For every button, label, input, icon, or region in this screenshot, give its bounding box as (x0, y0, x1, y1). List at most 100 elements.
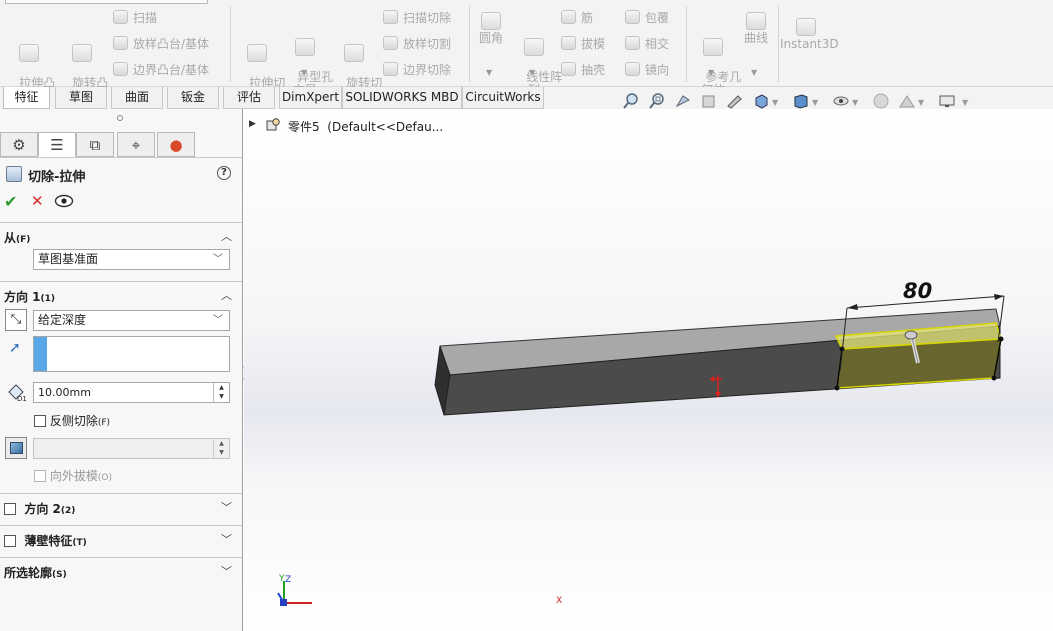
apply-scene-dropdown-icon[interactable]: ▼ (918, 98, 924, 107)
tab-property-manager[interactable]: ☰ (38, 132, 76, 157)
draft-angle-spinner[interactable]: ▲ ▼ (213, 439, 229, 458)
fillet-button[interactable]: 圆角 (474, 12, 508, 45)
direction-vector-selection-box[interactable] (33, 336, 230, 372)
shell-button[interactable]: 抽壳 (561, 61, 605, 79)
end-condition-select[interactable]: 给定深度 ﹀ (33, 310, 230, 331)
from-section-header[interactable]: 从(F) (4, 229, 30, 246)
display-style-dropdown-icon[interactable]: ▼ (812, 98, 818, 107)
linear-pattern-dropdown-icon[interactable]: ▼ (529, 68, 535, 77)
ok-check-icon[interactable]: ✔ (4, 192, 17, 211)
thin-feature-section-header[interactable]: 薄壁特征(T) (4, 532, 87, 549)
previous-view-icon[interactable] (674, 92, 692, 110)
view-settings-icon[interactable] (938, 92, 956, 110)
depth-spinner[interactable]: ▲ ▼ (213, 383, 229, 402)
selection-box-accent (34, 337, 47, 371)
draft-toggle-button[interactable] (5, 437, 27, 459)
tab-dimxpert[interactable]: DimXpert (279, 87, 342, 109)
section-view-icon[interactable] (700, 92, 718, 110)
model-canvas[interactable] (244, 109, 1053, 631)
curves-icon (746, 12, 766, 30)
dynamic-annotation-icon[interactable] (726, 92, 744, 110)
wrap-icon (625, 10, 640, 24)
graphics-area[interactable]: ▶ 零件5 (Default<<Defau... 80 X Y Z (244, 109, 1053, 631)
edit-appearance-icon[interactable] (872, 92, 890, 110)
sweep-icon (113, 10, 128, 24)
curves-button[interactable]: 曲线 (739, 12, 773, 45)
apply-scene-icon[interactable] (898, 92, 916, 110)
hole-wizard-dropdown-icon[interactable]: ▼ (301, 68, 307, 77)
depth-input[interactable]: 10.00mm ▲ ▼ (33, 382, 230, 403)
draft-button[interactable]: 拔模 (561, 35, 605, 53)
zoom-to-area-icon[interactable] (648, 92, 666, 110)
cancel-x-icon[interactable]: ✕ (31, 192, 44, 210)
direction2-section-header[interactable]: 方向 2(2) (4, 500, 75, 517)
property-list-icon: ☰ (50, 136, 64, 154)
preview-eye-icon[interactable] (54, 194, 74, 208)
help-icon[interactable]: ? (217, 166, 231, 180)
shell-icon (561, 62, 576, 76)
ribbon-separator (469, 6, 470, 82)
instant3d-icon (796, 18, 816, 36)
tab-dimxpert-manager[interactable]: ⌖ (117, 132, 155, 157)
flip-side-to-cut-checkbox[interactable]: 反侧切除(F) (34, 412, 110, 429)
axis-z-label: Z (285, 575, 292, 585)
section-divider (0, 525, 242, 526)
revolve-cut-icon (344, 44, 364, 62)
swept-cut-button[interactable]: 扫描切除 (383, 9, 451, 27)
chevron-up-icon[interactable]: ︿ (221, 228, 232, 244)
hide-show-dropdown-icon[interactable]: ▼ (852, 98, 858, 107)
chevron-up-icon[interactable]: ︿ (221, 287, 232, 303)
tab-sketch[interactable]: 草图 (55, 87, 107, 109)
display-style-icon[interactable] (792, 92, 810, 110)
hide-show-items-icon[interactable] (832, 92, 850, 110)
tab-evaluate[interactable]: 评估 (223, 87, 275, 109)
panel-tab-divider (0, 157, 242, 158)
reference-geometry-dropdown-icon[interactable]: ▼ (708, 68, 714, 77)
zoom-to-fit-icon[interactable] (622, 92, 640, 110)
curves-dropdown-icon[interactable]: ▼ (751, 68, 757, 77)
extrude-cut-icon (247, 44, 267, 62)
direction1-section-header[interactable]: 方向 1(1) (4, 288, 55, 305)
wrap-button[interactable]: 包覆 (625, 9, 669, 27)
tab-configuration-manager[interactable]: ⧉ (76, 132, 114, 157)
instant3d-button[interactable]: Instant3D (780, 18, 839, 51)
from-select[interactable]: 草图基准面 ﹀ (33, 249, 230, 270)
panel-resize-grip[interactable] (117, 115, 123, 121)
chevron-down-icon[interactable]: ﹀ (221, 531, 232, 547)
tab-feature-manager[interactable]: ⚙ (0, 132, 38, 157)
draft-outward-checkbox[interactable]: 向外拔模(O) (34, 467, 112, 484)
rib-button[interactable]: 筋 (561, 9, 593, 27)
sweep-button[interactable]: 扫描 (113, 9, 157, 27)
tab-mbd[interactable]: SOLIDWORKS MBD (342, 87, 462, 109)
checkbox-box[interactable] (4, 503, 16, 515)
checkbox-box[interactable] (4, 535, 16, 547)
boundary-boss-button[interactable]: 边界凸台/基体 (113, 61, 209, 79)
section-divider (0, 493, 242, 494)
checkbox-box (34, 470, 46, 482)
boundary-boss-icon (113, 62, 128, 76)
boundary-cut-button[interactable]: 边界切除 (383, 61, 451, 79)
selected-contours-section-header[interactable]: 所选轮廓(S) (4, 564, 67, 581)
mirror-button[interactable]: 镜向 (625, 61, 669, 79)
chevron-down-icon[interactable]: ﹀ (221, 563, 232, 579)
view-orientation-icon[interactable] (752, 92, 770, 110)
view-settings-dropdown-icon[interactable]: ▼ (962, 98, 968, 107)
intersect-button[interactable]: 相交 (625, 35, 669, 53)
fillet-dropdown-icon[interactable]: ▼ (486, 68, 492, 77)
lofted-cut-button[interactable]: 放样切割 (383, 35, 451, 53)
view-orientation-dropdown-icon[interactable]: ▼ (772, 98, 778, 107)
loft-boss-button[interactable]: 放样凸台/基体 (113, 35, 209, 53)
tab-surfaces[interactable]: 曲面 (111, 87, 163, 109)
dimension-value[interactable]: 80 (903, 279, 932, 303)
draft-angle-input[interactable]: ▲ ▼ (33, 438, 230, 459)
tab-features[interactable]: 特征 (3, 87, 50, 109)
reverse-direction-button[interactable]: ⤡ (5, 309, 27, 331)
revolve-boss-icon (72, 44, 92, 62)
swept-cut-icon (383, 10, 398, 24)
tab-display-manager[interactable]: ● (157, 132, 195, 157)
direction-vector-icon: ➚ (9, 340, 21, 356)
tab-sheet-metal[interactable]: 钣金 (167, 87, 219, 109)
ribbon-top-strip (5, 0, 208, 4)
tab-circuitworks[interactable]: CircuitWorks (462, 87, 544, 109)
chevron-down-icon[interactable]: ﹀ (221, 499, 232, 515)
